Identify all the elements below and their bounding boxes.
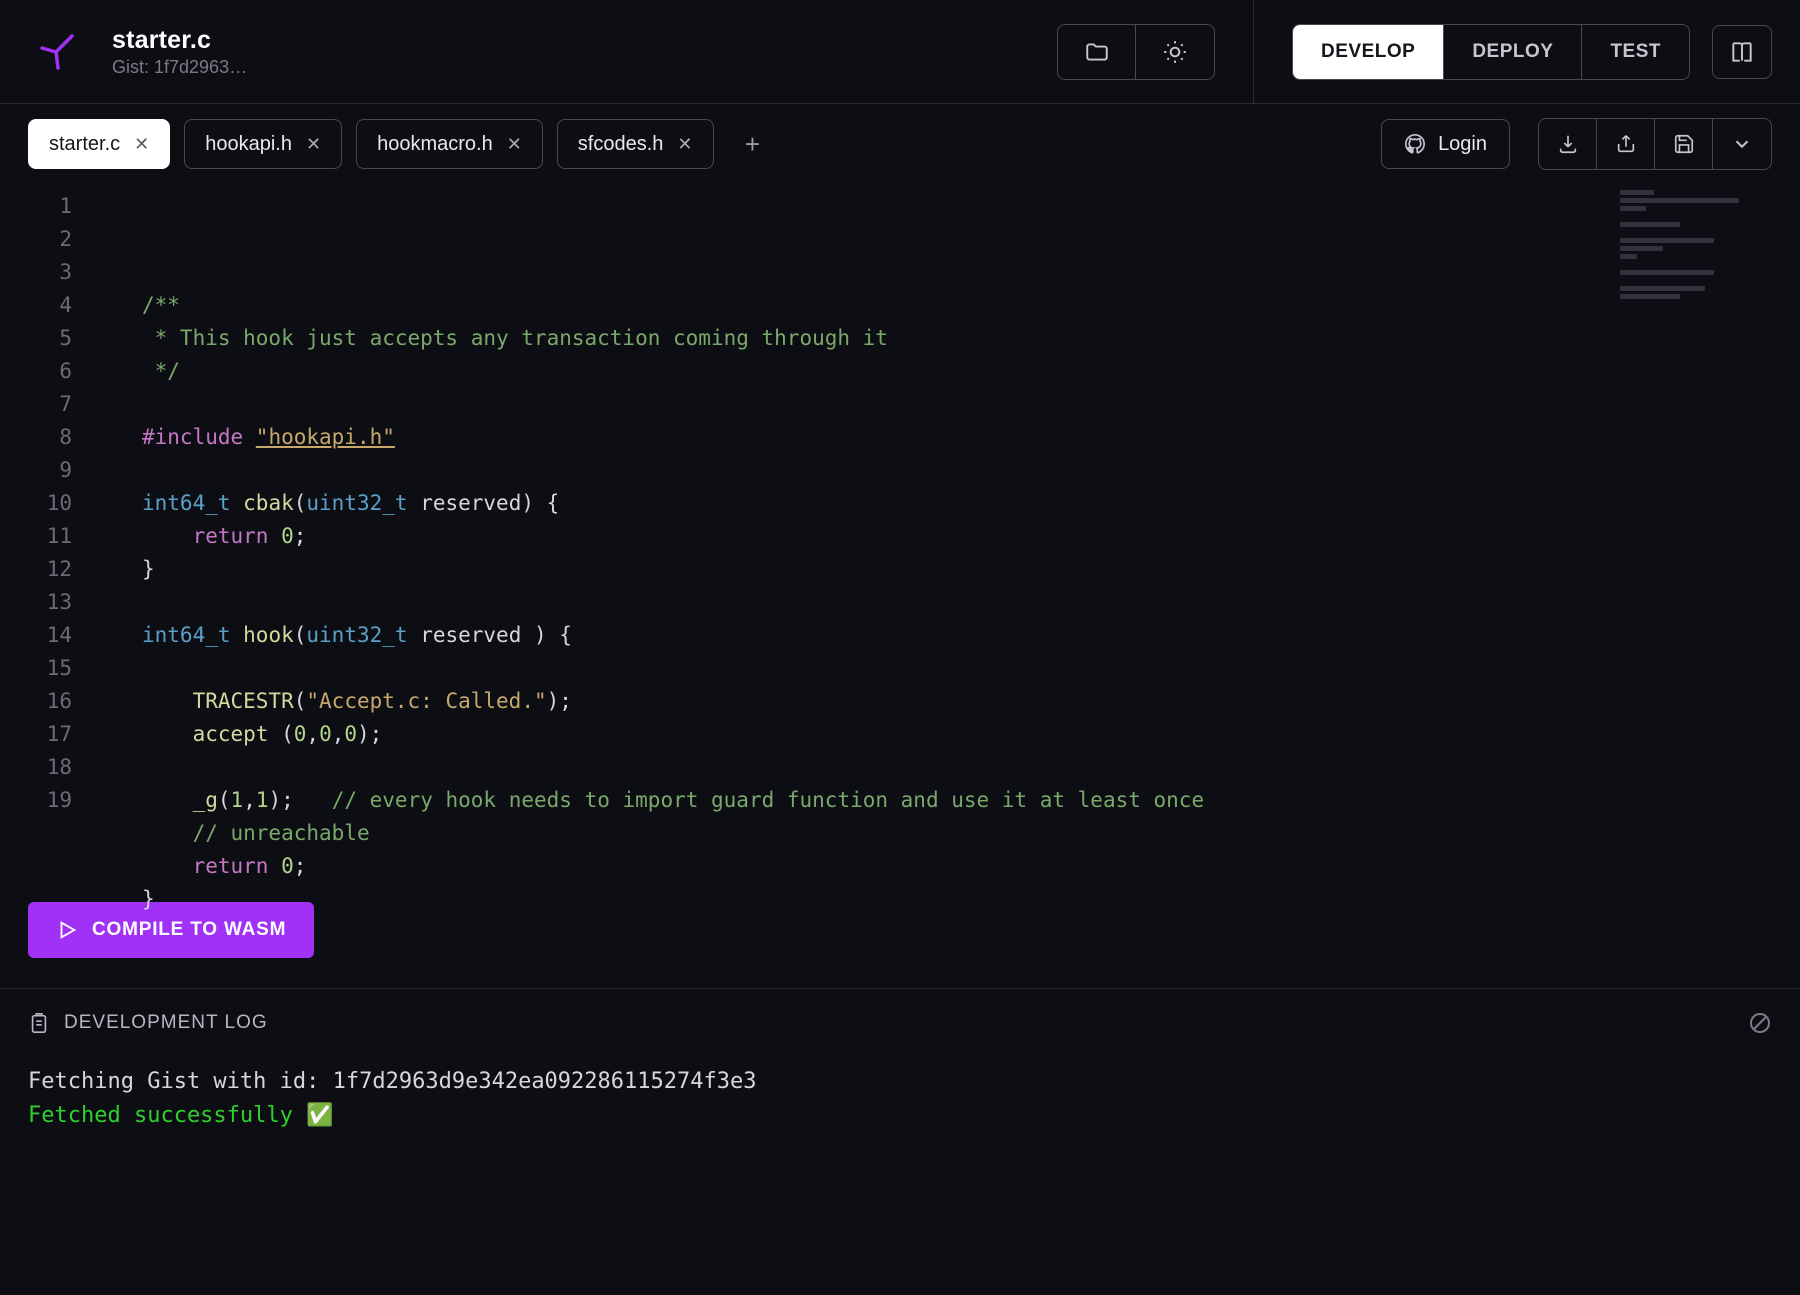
header-divider — [1253, 0, 1254, 104]
file-tab[interactable]: hookmacro.h ✕ — [356, 119, 543, 169]
tab-label: starter.c — [49, 133, 120, 156]
share-icon — [1615, 133, 1637, 155]
file-tab[interactable]: starter.c ✕ — [28, 119, 170, 169]
mode-deploy-button[interactable]: DEPLOY — [1444, 25, 1582, 79]
mode-switch: DEVELOP DEPLOY TEST — [1292, 24, 1690, 80]
line-number: 12 — [0, 553, 100, 586]
line-number: 1 — [0, 190, 100, 223]
code-editor[interactable]: 12345678910111213141516171819 /** * This… — [0, 184, 1800, 884]
line-number: 9 — [0, 454, 100, 487]
code-line[interactable]: int64_t cbak(uint32_t reserved) { — [100, 487, 1800, 520]
app-header: starter.c Gist: 1f7d2963… DEVELOP DEPLOY… — [0, 0, 1800, 104]
line-number: 5 — [0, 322, 100, 355]
code-line[interactable]: accept (0,0,0); — [100, 718, 1800, 751]
code-line[interactable]: } — [100, 883, 1800, 916]
line-number: 10 — [0, 487, 100, 520]
code-line[interactable]: return 0; — [100, 520, 1800, 553]
chevron-down-icon — [1731, 133, 1753, 155]
log-line: Fetching Gist with id: 1f7d2963d9e342ea0… — [28, 1065, 1772, 1099]
tab-close-button[interactable]: ✕ — [134, 134, 149, 155]
code-line[interactable] — [100, 586, 1800, 619]
line-gutter: 12345678910111213141516171819 — [0, 184, 100, 884]
mode-test-button[interactable]: TEST — [1582, 25, 1689, 79]
tab-close-button[interactable]: ✕ — [507, 134, 522, 155]
docs-button[interactable] — [1712, 25, 1772, 79]
tab-label: hookapi.h — [205, 133, 292, 156]
play-icon — [56, 919, 78, 941]
code-line[interactable]: */ — [100, 355, 1800, 388]
theme-toggle-button[interactable] — [1136, 25, 1214, 79]
clipboard-icon — [28, 1012, 50, 1034]
code-line[interactable]: return 0; — [100, 850, 1800, 883]
title-block: starter.c Gist: 1f7d2963… — [112, 26, 247, 78]
code-line[interactable]: TRACESTR("Accept.c: Called."); — [100, 685, 1800, 718]
header-util-group — [1057, 24, 1215, 80]
line-number: 11 — [0, 520, 100, 553]
gist-subtitle: Gist: 1f7d2963… — [112, 57, 247, 78]
tab-close-button[interactable]: ✕ — [677, 134, 692, 155]
dev-log-title: DEVELOPMENT LOG — [64, 1012, 268, 1034]
line-number: 13 — [0, 586, 100, 619]
tab-bar: starter.c✕hookapi.h✕hookmacro.h✕sfcodes.… — [0, 104, 1800, 184]
file-tab[interactable]: hookapi.h ✕ — [184, 119, 342, 169]
logo-icon — [36, 32, 76, 72]
clear-log-button[interactable] — [1748, 1011, 1772, 1035]
file-title: starter.c — [112, 26, 247, 55]
download-button[interactable] — [1539, 119, 1597, 169]
code-line[interactable]: } — [100, 553, 1800, 586]
line-number: 7 — [0, 388, 100, 421]
code-line[interactable]: _g(1,1); // every hook needs to import g… — [100, 784, 1800, 817]
dev-log-body: Fetching Gist with id: 1f7d2963d9e342ea0… — [28, 1065, 1772, 1133]
line-number: 6 — [0, 355, 100, 388]
minimap[interactable] — [1620, 190, 1790, 310]
tab-label: sfcodes.h — [578, 133, 664, 156]
current-line-highlight — [100, 190, 1800, 223]
file-tab[interactable]: sfcodes.h ✕ — [557, 119, 714, 169]
line-number: 15 — [0, 652, 100, 685]
code-line[interactable] — [100, 751, 1800, 784]
share-button[interactable] — [1597, 119, 1655, 169]
no-entry-icon — [1748, 1011, 1772, 1035]
app-logo — [28, 32, 84, 72]
log-line: Fetched successfully ✅ — [28, 1099, 1772, 1133]
line-number: 2 — [0, 223, 100, 256]
login-label: Login — [1438, 133, 1487, 156]
code-line[interactable]: #include "hookapi.h" — [100, 421, 1800, 454]
add-tab-button[interactable]: + — [728, 119, 778, 169]
code-line[interactable] — [100, 652, 1800, 685]
book-icon — [1729, 39, 1755, 65]
line-number: 3 — [0, 256, 100, 289]
code-line[interactable]: * This hook just accepts any transaction… — [100, 322, 1800, 355]
mode-develop-button[interactable]: DEVELOP — [1293, 25, 1444, 79]
compile-label: COMPILE TO WASM — [92, 919, 286, 941]
dev-log-header: DEVELOPMENT LOG — [28, 1011, 1772, 1035]
line-number: 14 — [0, 619, 100, 652]
tab-close-button[interactable]: ✕ — [306, 134, 321, 155]
line-number: 17 — [0, 718, 100, 751]
save-icon — [1673, 133, 1695, 155]
line-number: 19 — [0, 784, 100, 817]
line-number: 8 — [0, 421, 100, 454]
tabbar-action-group — [1538, 118, 1772, 170]
code-line[interactable] — [100, 454, 1800, 487]
code-content[interactable]: /** * This hook just accepts any transac… — [100, 184, 1800, 884]
line-number: 16 — [0, 685, 100, 718]
code-line[interactable]: int64_t hook(uint32_t reserved ) { — [100, 619, 1800, 652]
code-line[interactable] — [100, 388, 1800, 421]
sun-icon — [1162, 39, 1188, 65]
save-button[interactable] — [1655, 119, 1713, 169]
code-line[interactable]: /** — [100, 289, 1800, 322]
line-number: 4 — [0, 289, 100, 322]
more-button[interactable] — [1713, 119, 1771, 169]
github-icon — [1404, 133, 1426, 155]
download-icon — [1557, 133, 1579, 155]
folder-icon — [1084, 39, 1110, 65]
dev-log: DEVELOPMENT LOG Fetching Gist with id: 1… — [0, 988, 1800, 1133]
login-button[interactable]: Login — [1381, 119, 1510, 169]
line-number: 18 — [0, 751, 100, 784]
tab-label: hookmacro.h — [377, 133, 493, 156]
code-line[interactable]: // unreachable — [100, 817, 1800, 850]
open-folder-button[interactable] — [1058, 25, 1136, 79]
